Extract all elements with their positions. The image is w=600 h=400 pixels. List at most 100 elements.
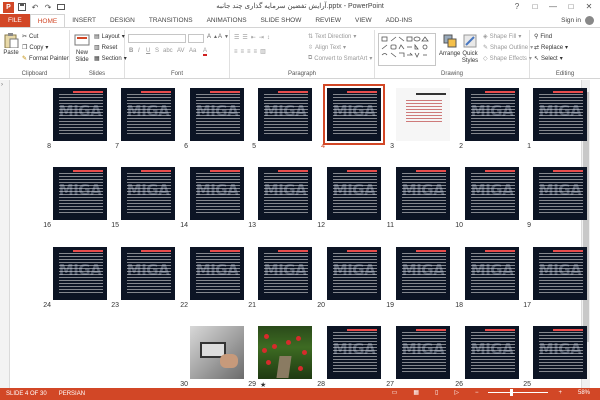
section-button[interactable]: ▦ Section ▾ bbox=[94, 55, 127, 63]
ribbon-options-button[interactable]: □ bbox=[526, 0, 544, 13]
font-color-button[interactable]: A bbox=[203, 48, 208, 56]
sorter-view-icon[interactable]: ▦ bbox=[407, 389, 425, 396]
layout-button[interactable]: ▤ Layout ▾ bbox=[94, 33, 125, 41]
slide-thumbnail[interactable]: MIGA bbox=[327, 167, 381, 220]
zoom-slider[interactable] bbox=[488, 389, 549, 396]
normal-view-icon[interactable]: ▭ bbox=[386, 389, 404, 396]
slide-thumbnail[interactable]: MIGA bbox=[121, 247, 175, 300]
font-size-box[interactable] bbox=[188, 34, 204, 43]
list-buttons-row[interactable]: ☰ ☰ ⇤ ⇥ ↕ bbox=[234, 34, 271, 42]
expand-arrow-icon[interactable]: › bbox=[1, 82, 3, 88]
slide-thumbnail[interactable]: MIGA bbox=[533, 167, 587, 220]
shapes-gallery[interactable] bbox=[378, 33, 436, 66]
slide-thumbnail[interactable]: MIGA bbox=[258, 247, 312, 300]
slide-thumbnail[interactable]: MIGA bbox=[465, 88, 519, 141]
undo-icon[interactable]: ↶ bbox=[30, 2, 40, 12]
zoom-slider-knob[interactable] bbox=[510, 389, 514, 396]
font-name-box[interactable] bbox=[128, 34, 186, 43]
copy-button[interactable]: ❐ Copy ▾ bbox=[22, 44, 48, 52]
align-text-button[interactable]: ⇳ Align Text ▾ bbox=[308, 44, 346, 52]
zoom-level[interactable]: 58% bbox=[572, 390, 596, 396]
indent-icon: ⇤ bbox=[250, 35, 257, 41]
slide-thumbnail[interactable] bbox=[258, 326, 312, 379]
slide-thumbnail[interactable]: MIGA bbox=[190, 88, 244, 141]
slide-heading bbox=[416, 93, 446, 95]
slide-thumbnail[interactable]: MIGA bbox=[121, 88, 175, 141]
slide-thumbnail[interactable]: MIGA bbox=[533, 247, 587, 300]
replace-button[interactable]: ⇄ Replace ▾ bbox=[534, 44, 568, 52]
paste-button[interactable]: Paste bbox=[3, 32, 19, 56]
find-button[interactable]: ⚲ Find bbox=[534, 33, 552, 41]
minimize-button[interactable]: — bbox=[544, 0, 562, 13]
format-painter-button[interactable]: ✎ Format Painter bbox=[22, 55, 69, 63]
redo-icon[interactable]: ↷ bbox=[43, 2, 53, 12]
tab-transitions[interactable]: TRANSITIONS bbox=[142, 14, 200, 27]
save-icon[interactable] bbox=[17, 2, 27, 12]
slide-thumbnail[interactable]: MIGA bbox=[465, 247, 519, 300]
zoom-out-button[interactable]: − bbox=[469, 390, 485, 396]
quick-styles-button[interactable]: Quick Styles bbox=[461, 33, 479, 65]
maximize-button[interactable]: □ bbox=[562, 0, 580, 13]
slide-thumbnail[interactable]: MIGA bbox=[533, 326, 587, 379]
tab-view[interactable]: VIEW bbox=[348, 14, 379, 27]
language-indicator[interactable]: PERSIAN bbox=[53, 391, 91, 397]
align-buttons-row[interactable]: ≡ ≡ ≡ ≡ ▥ bbox=[234, 48, 267, 56]
slide-thumbnail[interactable]: MIGA bbox=[190, 247, 244, 300]
tab-review[interactable]: REVIEW bbox=[308, 14, 348, 27]
cut-button[interactable]: ✂ Cut bbox=[22, 33, 38, 41]
underline-button[interactable]: U bbox=[146, 48, 150, 54]
slide-thumbnail[interactable]: MIGA bbox=[327, 326, 381, 379]
slide-thumbnail[interactable]: MIGA bbox=[533, 88, 587, 141]
italic-button[interactable]: I bbox=[138, 48, 140, 54]
char-spacing-button[interactable]: AV bbox=[177, 48, 185, 54]
arrange-button[interactable]: Arrange bbox=[439, 33, 460, 57]
shadow-button[interactable]: abc bbox=[163, 48, 173, 54]
tab-add-ins[interactable]: ADD-INS bbox=[379, 14, 420, 27]
slide-thumbnail[interactable]: MIGA bbox=[258, 167, 312, 220]
zoom-in-button[interactable]: + bbox=[552, 390, 568, 396]
slide-thumbnail[interactable]: MIGA bbox=[53, 247, 107, 300]
powerpoint-icon[interactable]: P bbox=[3, 1, 14, 13]
thumbnail-pane-collapsed[interactable]: › bbox=[0, 80, 10, 388]
slide-thumbnail[interactable]: MIGA bbox=[53, 88, 107, 141]
close-button[interactable]: ✕ bbox=[580, 0, 598, 13]
slide-thumbnail[interactable]: MIGA bbox=[465, 167, 519, 220]
strikethrough-button[interactable]: S bbox=[155, 48, 159, 54]
slide-thumbnail[interactable]: MIGA bbox=[258, 88, 312, 141]
shape-outline-button[interactable]: ✎ Shape Outline ▾ bbox=[483, 44, 533, 52]
slide-thumbnail[interactable]: MIGA bbox=[323, 84, 385, 145]
bold-button[interactable]: B bbox=[129, 48, 133, 54]
slide-thumbnail[interactable]: MIGA bbox=[190, 167, 244, 220]
shrink-font-button[interactable]: A ▼ bbox=[218, 34, 229, 40]
reset-button[interactable]: ▥ Reset bbox=[94, 44, 117, 52]
slide-thumbnail[interactable]: MIGA bbox=[121, 167, 175, 220]
shape-effects-button[interactable]: ◇ Shape Effects ▾ bbox=[483, 55, 532, 63]
sign-in[interactable]: Sign in bbox=[561, 16, 594, 25]
new-slide-button[interactable]: New Slide bbox=[73, 32, 91, 64]
slide-thumbnail[interactable]: MIGA bbox=[465, 326, 519, 379]
slideshow-icon[interactable] bbox=[56, 2, 66, 12]
help-button[interactable]: ? bbox=[508, 0, 526, 13]
tab-animations[interactable]: ANIMATIONS bbox=[200, 14, 254, 27]
slide-thumbnail[interactable]: MIGA bbox=[396, 247, 450, 300]
slide-thumbnail[interactable] bbox=[396, 88, 450, 141]
change-case-button[interactable]: Aa bbox=[189, 48, 196, 54]
slide-number: 16 bbox=[43, 222, 51, 229]
slide-thumbnail[interactable]: MIGA bbox=[327, 247, 381, 300]
tab-design[interactable]: DESIGN bbox=[103, 14, 142, 27]
convert-smartart-button[interactable]: ⧉ Convert to SmartArt ▾ bbox=[308, 55, 372, 62]
text-direction-button[interactable]: ⇅ Text Direction ▾ bbox=[308, 33, 356, 41]
slide-thumbnail[interactable] bbox=[190, 326, 244, 379]
slide-thumbnail[interactable]: MIGA bbox=[53, 167, 107, 220]
slide-thumbnail[interactable]: MIGA bbox=[396, 167, 450, 220]
shape-fill-button[interactable]: ◈ Shape Fill ▾ bbox=[483, 33, 521, 41]
slide-thumbnail[interactable]: MIGA bbox=[396, 326, 450, 379]
tab-insert[interactable]: INSERT bbox=[65, 14, 103, 27]
reading-view-icon[interactable]: ▯ bbox=[429, 389, 444, 396]
tab-file[interactable]: FILE bbox=[0, 14, 30, 27]
select-button[interactable]: ↖ Select ▾ bbox=[534, 55, 563, 63]
grow-font-button[interactable]: A ▲ bbox=[207, 34, 218, 40]
tab-slide-show[interactable]: SLIDE SHOW bbox=[254, 14, 309, 27]
slideshow-view-icon[interactable]: ▷ bbox=[448, 389, 465, 396]
tab-home[interactable]: HOME bbox=[29, 14, 66, 27]
